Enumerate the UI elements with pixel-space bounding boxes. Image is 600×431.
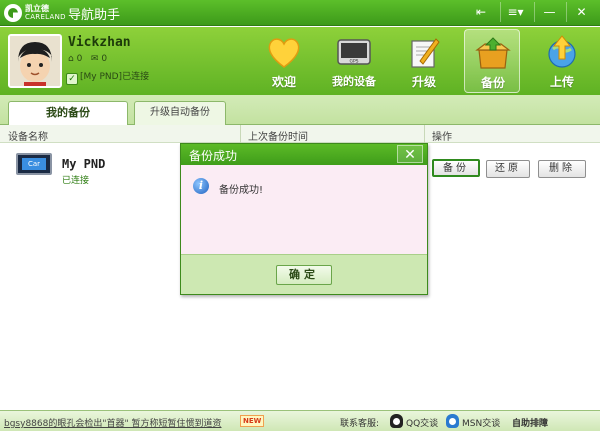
- dialog-message: 备份成功!: [219, 185, 264, 196]
- nav-backup[interactable]: 备份: [464, 29, 520, 93]
- device-screen-text: Car: [22, 158, 46, 170]
- careland-logo: 凯立德 CARELAND: [4, 3, 66, 23]
- username: Vickzhan: [68, 35, 131, 50]
- nav-backup-label: 备份: [480, 76, 505, 90]
- user-stats: ⌂ 0 ✉ 0: [68, 54, 107, 64]
- dialog-footer: 确定: [181, 254, 427, 294]
- header-actions: 操作: [432, 132, 452, 143]
- news-link[interactable]: bgsy8868的眼孔会检出"首器" 暂方称短暂住惯到道资: [4, 416, 222, 429]
- tab-auto-backup[interactable]: 升级自动备份: [134, 101, 226, 125]
- qq-chat-link[interactable]: QQ交谈: [406, 416, 438, 429]
- info-icon: i: [193, 178, 209, 194]
- column-separator: [424, 125, 425, 143]
- avatar[interactable]: [8, 34, 62, 88]
- backup-success-dialog: 备份成功 ✕ i 备份成功! 确定: [180, 143, 428, 295]
- app-title: 导航助手: [68, 8, 121, 23]
- nav-welcome-label: 欢迎: [271, 75, 296, 89]
- tab-my-backup[interactable]: 我的备份: [8, 101, 128, 126]
- stat-count-a: 0: [76, 54, 83, 64]
- header: Vickzhan ⌂ 0 ✉ 0 ✓ [My PND]已连接 欢迎 GPS 我的设…: [0, 27, 600, 95]
- heart-icon: [268, 38, 300, 68]
- nav-welcome[interactable]: 欢迎: [256, 29, 312, 93]
- logo-en-text: CARELAND: [25, 13, 66, 21]
- nav-upgrade-label: 升级: [411, 75, 436, 89]
- title-bar: 凯立德 CARELAND 导航助手 ⇤ ≡▾ — ✕: [0, 0, 600, 26]
- connection-text: [My PND]已连接: [80, 72, 150, 82]
- ok-button[interactable]: 确定: [276, 265, 332, 285]
- minimize-icon[interactable]: —: [534, 2, 564, 22]
- new-badge: NEW: [240, 415, 265, 427]
- restore-button[interactable]: 还原: [486, 160, 530, 178]
- device-name: My PND: [62, 157, 106, 171]
- dialog-title-bar: 备份成功 ✕: [181, 144, 427, 165]
- msn-icon: [446, 414, 459, 428]
- backup-box-icon: [475, 37, 511, 69]
- svg-text:GPS: GPS: [349, 59, 358, 65]
- table-header: 设备名称 上次备份时间 操作: [0, 125, 600, 143]
- qq-icon: [390, 414, 403, 428]
- column-separator: [240, 125, 241, 143]
- gps-device-icon: GPS: [337, 39, 371, 65]
- delete-button[interactable]: 删除: [538, 160, 586, 178]
- support-label: 联系客服:: [340, 419, 380, 429]
- nav-my-device[interactable]: GPS 我的设备: [326, 29, 382, 93]
- upload-globe-icon: [548, 35, 576, 68]
- self-help-link[interactable]: 自助排障: [512, 416, 548, 429]
- connection-status: ✓ [My PND]已连接: [66, 69, 149, 85]
- backup-button[interactable]: 备份: [432, 159, 480, 177]
- nav-my-device-label: 我的设备: [332, 75, 376, 88]
- close-icon[interactable]: ✕: [566, 2, 596, 22]
- check-icon: ✓: [66, 73, 78, 85]
- upgrade-icon: [411, 38, 440, 68]
- mail-icon: ✉: [90, 54, 99, 64]
- status-bar: bgsy8868的眼孔会检出"首器" 暂方称短暂住惯到道资 NEW 联系客服: …: [0, 410, 600, 431]
- dialog-title: 备份成功: [189, 149, 238, 163]
- msn-chat-link[interactable]: MSN交谈: [462, 416, 500, 429]
- dialog-close-icon[interactable]: ✕: [397, 145, 423, 163]
- careland-logo-icon: [4, 4, 22, 22]
- device-status: 已连接: [62, 176, 90, 186]
- tab-strip: 我的备份 升级自动备份: [0, 95, 600, 126]
- tools-icon[interactable]: ⇤: [466, 2, 496, 22]
- nav-upload[interactable]: 上传: [534, 29, 590, 93]
- stat-count-b: 0: [101, 54, 108, 64]
- nav-upload-label: 上传: [549, 75, 574, 89]
- home-icon: ⌂: [68, 54, 74, 64]
- avatar-face-icon: [10, 36, 60, 86]
- menu-icon[interactable]: ≡▾: [500, 2, 530, 22]
- nav-upgrade[interactable]: 升级: [396, 29, 452, 93]
- header-device-name: 设备名称: [8, 132, 48, 143]
- header-last-backup: 上次备份时间: [248, 132, 308, 143]
- car-device-icon: Car: [16, 153, 52, 175]
